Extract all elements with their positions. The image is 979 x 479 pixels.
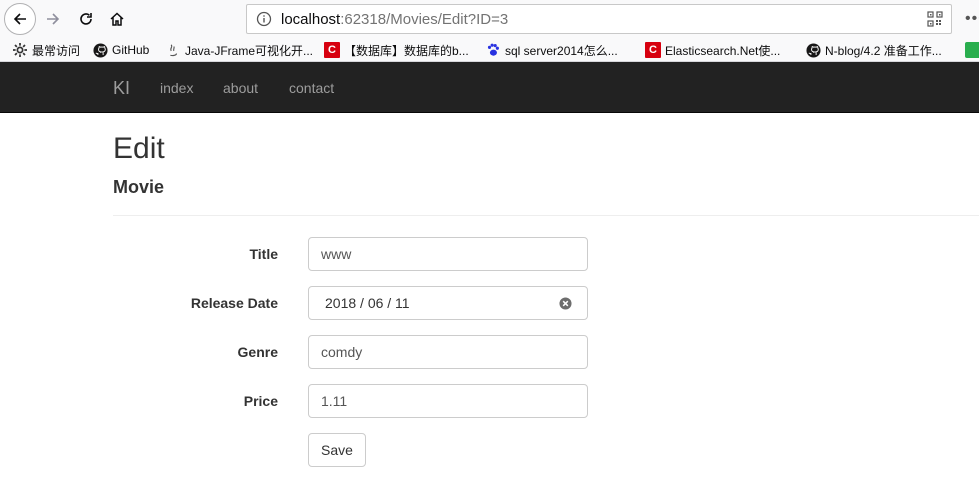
forward-button[interactable] [39, 5, 67, 33]
price-input[interactable] [308, 384, 588, 418]
c-logo-icon: C [324, 42, 340, 58]
title-input[interactable] [308, 237, 588, 271]
clear-icon[interactable] [559, 297, 572, 310]
bookmark-label: Java-JFrame可视化开... [185, 43, 314, 58]
github-icon [805, 42, 821, 58]
home-button[interactable] [103, 5, 131, 33]
nav-link-index[interactable]: index [160, 80, 193, 96]
navbar-brand[interactable]: KI [113, 78, 130, 99]
gear-icon [12, 42, 28, 58]
bookmark-n-blog[interactable]: N-blog/4.2 准备工作... [805, 41, 942, 59]
url-host: localhost [281, 11, 341, 28]
arrow-left-icon [13, 13, 26, 25]
url-path: :62318/Movies/Edit?ID=3 [340, 11, 509, 28]
home-icon [110, 12, 124, 26]
save-button[interactable]: Save [308, 433, 366, 467]
bookmark-elasticsearch[interactable]: C Elasticsearch.Net使... [645, 41, 780, 59]
java-icon [165, 42, 181, 58]
title-label: Title [249, 246, 278, 262]
release-date-input[interactable]: 2018 / 06 / 11 [308, 286, 588, 320]
page-title: Edit [113, 132, 165, 165]
bookmark-label: 最常访问 [32, 43, 81, 58]
price-label: Price [243, 393, 278, 409]
bookmark-github[interactable]: GitHub [92, 41, 149, 59]
reload-icon [80, 13, 92, 25]
github-icon [92, 42, 108, 58]
release-date-value: 2018 / 06 / 11 [325, 295, 410, 311]
reload-button[interactable] [72, 5, 100, 33]
nav-link-contact[interactable]: contact [289, 80, 334, 96]
bookmark-label: N-blog/4.2 准备工作... [825, 43, 942, 58]
bookmark-overflow[interactable] [965, 41, 979, 59]
bookmark-label: 【数据库】数据库的b... [344, 43, 469, 58]
address-bar[interactable]: localhost:62318/Movies/Edit?ID=3 [246, 4, 952, 34]
bookmark-database-article[interactable]: C 【数据库】数据库的b... [324, 41, 469, 59]
bookmark-label: sql server2014怎么... [505, 43, 618, 58]
qr-code-icon[interactable] [927, 11, 943, 27]
bookmark-java-jframe[interactable]: Java-JFrame可视化开... [165, 41, 313, 59]
page-subtitle: Movie [113, 177, 165, 197]
bookmark-label: GitHub [112, 43, 150, 57]
green-app-icon [965, 42, 979, 58]
release-date-label: Release Date [190, 295, 278, 311]
site-navbar: KI index about contact [0, 62, 979, 113]
info-icon[interactable] [256, 11, 272, 27]
c-logo-icon: C [645, 42, 661, 58]
bookmark-sql-server[interactable]: sql server2014怎么... [485, 41, 618, 59]
baidu-paw-icon [485, 42, 501, 58]
arrow-right-icon [47, 13, 60, 25]
back-button[interactable] [4, 3, 36, 35]
genre-input[interactable] [308, 335, 588, 369]
overflow-menu-icon[interactable]: ••• [965, 10, 979, 28]
genre-label: Genre [237, 344, 278, 360]
url-text: localhost:62318/Movies/Edit?ID=3 [281, 11, 508, 28]
bookmark-most-visited[interactable]: 最常访问 [12, 41, 80, 59]
browser-toolbar: localhost:62318/Movies/Edit?ID=3 ••• [0, 0, 979, 38]
bookmark-label: Elasticsearch.Net使... [665, 43, 781, 58]
nav-link-about[interactable]: about [223, 80, 258, 96]
bookmarks-bar: 最常访问 GitHub Java-JFrame可视化开... C 【数据库】数据… [0, 38, 979, 62]
divider [113, 215, 979, 216]
